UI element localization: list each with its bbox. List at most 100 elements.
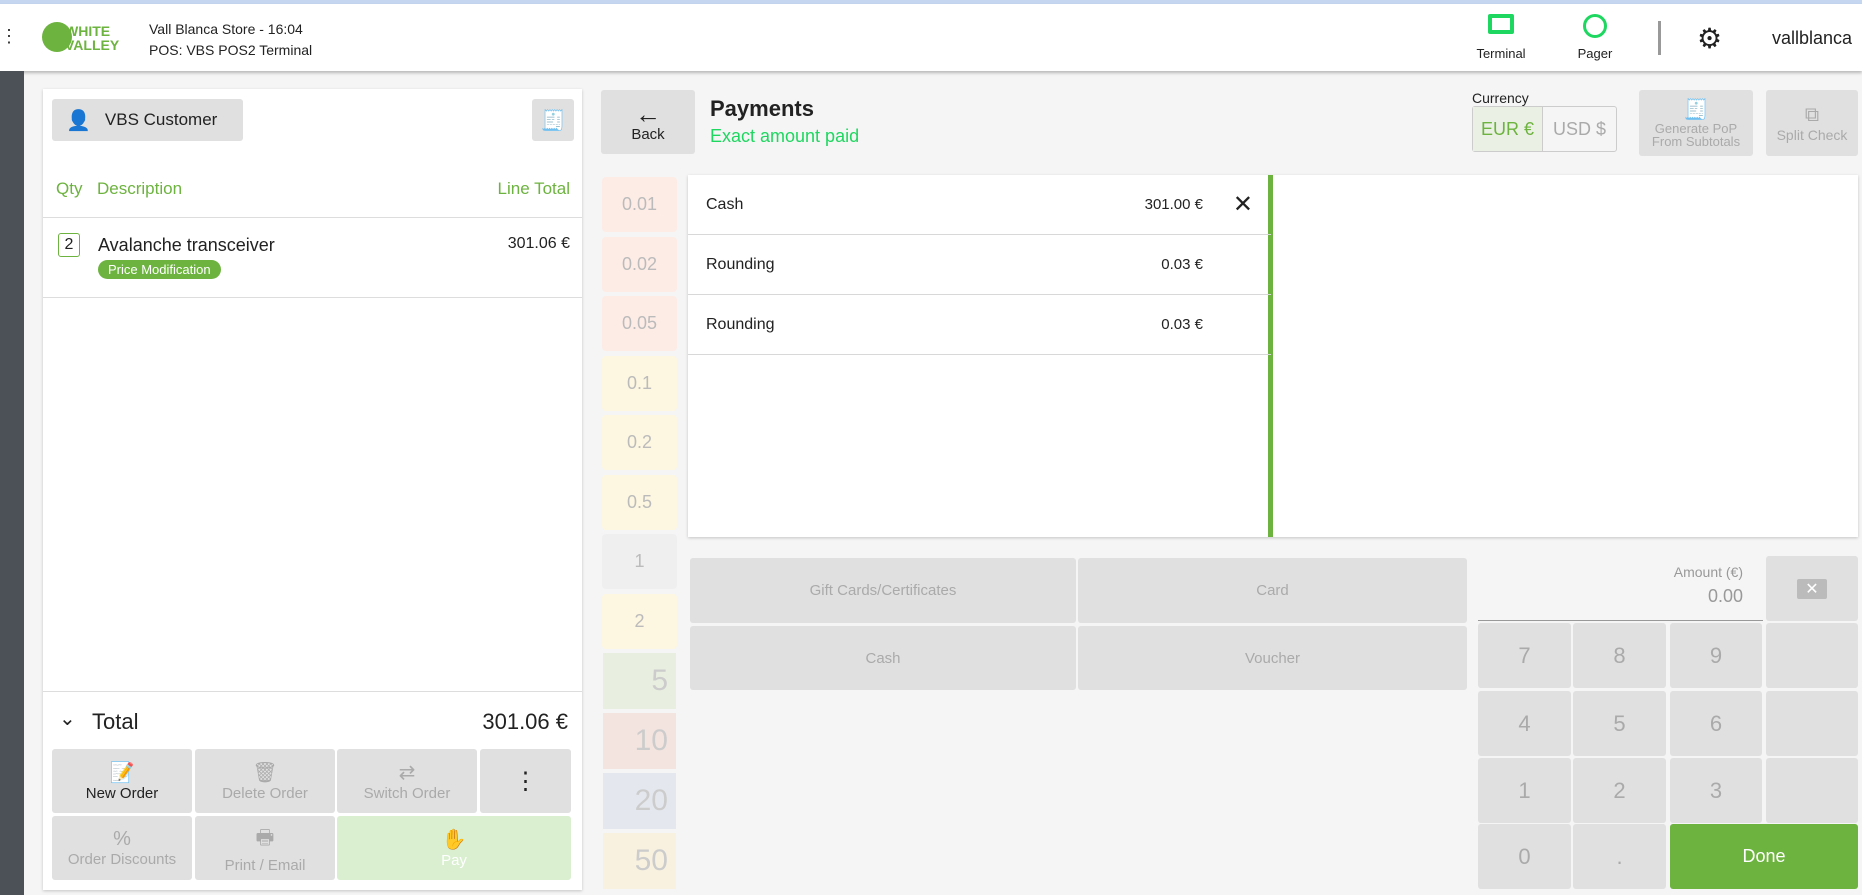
coin-0.5-button[interactable]: 0.5 — [602, 474, 677, 530]
pay-label: Pay — [441, 852, 467, 869]
payment-amount: 0.03 € — [1161, 256, 1203, 273]
done-button[interactable]: Done — [1670, 824, 1858, 889]
page-title: Payments — [710, 96, 814, 121]
amount-value: 0.00 — [1707, 586, 1743, 606]
order-panel: 👤 VBS Customer 🧾 Qty Description Line Tot… — [43, 89, 582, 890]
keypad-blank-key — [1766, 691, 1858, 756]
gift-cards-button[interactable]: Gift Cards/Certificates — [690, 558, 1076, 623]
coin-2-button[interactable]: 2 — [602, 593, 677, 649]
payment-method: Rounding — [706, 315, 775, 333]
payment-method: Cash — [706, 195, 744, 213]
keypad-blank-key — [1766, 758, 1858, 823]
receipt-settings-icon[interactable]: 🧾 — [532, 99, 574, 141]
banknote-20-button[interactable]: 20 — [602, 772, 677, 830]
pager-button[interactable]: Pager — [1560, 14, 1630, 61]
amount-label: Amount (€) — [1673, 564, 1743, 580]
coin-0.01-button[interactable]: 0.01 — [602, 177, 677, 232]
more-options-icon[interactable]: ⋮ — [480, 749, 571, 813]
menu-icon[interactable]: ⋮ — [0, 26, 18, 47]
key-7-button[interactable]: 7 — [1478, 623, 1571, 688]
line-total-header: Line Total — [497, 179, 570, 198]
chevron-down-icon[interactable]: ⌄ — [59, 706, 76, 731]
key-4-button[interactable]: 4 — [1478, 691, 1571, 756]
order-discounts-label: Order Discounts — [67, 851, 177, 868]
divider — [1658, 21, 1661, 55]
payment-line[interactable]: Cash 301.00 € ✕ — [688, 175, 1271, 235]
key-6-button[interactable]: 6 — [1670, 691, 1762, 756]
coin-1-button[interactable]: 1 — [602, 534, 677, 589]
arrow-left-icon: ← — [635, 98, 661, 129]
currency-eur[interactable]: EUR € — [1473, 107, 1543, 151]
qty-badge[interactable]: 2 — [58, 233, 80, 257]
total-label: Total — [92, 709, 139, 734]
backspace-icon: ✕ — [1797, 578, 1827, 599]
trash-icon: 🗑 — [252, 762, 278, 784]
payment-lines-panel: Cash 301.00 € ✕ Rounding 0.03 € Rounding 0.03 … — [688, 175, 1858, 537]
gear-icon[interactable]: ⚙ — [1697, 22, 1722, 55]
terminal-button[interactable]: Terminal — [1466, 14, 1536, 61]
coin-0.1-button[interactable]: 0.1 — [602, 355, 677, 411]
payment-status: Exact amount paid — [710, 126, 860, 146]
coin-0.02-button[interactable]: 0.02 — [602, 236, 677, 292]
print-email-button[interactable]: 🖶 Print / Email — [195, 816, 335, 880]
terminal-label: Terminal — [1476, 46, 1526, 61]
switch-order-button[interactable]: ⇄ Switch Order — [337, 749, 477, 813]
new-order-icon: 📝 — [109, 762, 135, 784]
banknote-5-button[interactable]: 5 — [602, 652, 677, 710]
pager-label: Pager — [1577, 46, 1613, 61]
key-2-button[interactable]: 2 — [1573, 758, 1666, 823]
description-header: Description — [97, 179, 183, 198]
key-9-button[interactable]: 9 — [1670, 623, 1762, 688]
key-5-button[interactable]: 5 — [1573, 691, 1666, 756]
delete-order-label: Delete Order — [222, 785, 308, 802]
pay-button[interactable]: ✋ Pay — [337, 816, 571, 880]
order-line[interactable]: 2 Avalanche transceiver Price Modificati… — [43, 218, 582, 298]
switch-icon: ⇄ — [398, 762, 416, 784]
key-0-button[interactable]: 0 — [1478, 824, 1571, 889]
coin-0.2-button[interactable]: 0.2 — [602, 415, 677, 470]
key-3-button[interactable]: 3 — [1670, 758, 1762, 823]
store-info: Vall Blanca Store - 16:04 POS: VBS POS2 T… — [149, 21, 313, 58]
person-icon: 👤 — [66, 109, 91, 132]
new-order-button[interactable]: 📝 New Order — [52, 749, 192, 813]
payment-line[interactable]: Rounding 0.03 € — [688, 235, 1271, 295]
banknote-50-button[interactable]: 50 — [602, 832, 677, 890]
new-order-label: New Order — [85, 785, 159, 802]
order-discounts-button[interactable]: % Order Discounts — [52, 816, 192, 880]
voucher-button[interactable]: Voucher — [1078, 626, 1467, 690]
close-icon[interactable]: ✕ — [1203, 190, 1253, 219]
split-check-button[interactable]: ⧉ Split Check — [1766, 90, 1858, 156]
backspace-button[interactable]: ✕ — [1766, 556, 1858, 621]
currency-usd[interactable]: USD $ — [1543, 107, 1616, 151]
printer-icon: 🖶 — [255, 826, 275, 849]
item-name: Avalanche transceiver — [98, 235, 275, 255]
total-value: 301.06 € — [482, 709, 568, 734]
payment-method: Rounding — [706, 255, 775, 273]
coin-0.05-button[interactable]: 0.05 — [602, 296, 677, 351]
delete-order-button[interactable]: 🗑 Delete Order — [195, 749, 335, 813]
back-button[interactable]: ← Back — [601, 90, 695, 154]
payment-line[interactable]: Rounding 0.03 € — [688, 295, 1271, 355]
key-1-button[interactable]: 1 — [1478, 758, 1571, 823]
customer-button[interactable]: 👤 VBS Customer — [52, 99, 243, 141]
pay-icon: ✋ — [441, 829, 467, 851]
key-8-button[interactable]: 8 — [1573, 623, 1666, 688]
banknote-10-button[interactable]: 10 — [602, 712, 677, 770]
amount-input[interactable]: Amount (€) 0.00 — [1478, 556, 1763, 621]
customer-name: VBS Customer — [104, 110, 218, 129]
card-button[interactable]: Card — [1078, 558, 1467, 623]
top-bar: ⋮ WHITE VALLEY Vall Blanca Store - 16:04 P… — [0, 4, 1862, 71]
print-email-label: Print / Email — [224, 856, 306, 874]
item-total: 301.06 € — [507, 235, 570, 252]
payment-amount: 301.00 € — [1144, 196, 1203, 213]
logo-text: WHITE VALLEY — [65, 23, 120, 53]
user-name[interactable]: vallblanca — [1772, 28, 1852, 49]
back-label: Back — [631, 125, 665, 143]
key-decimal-button[interactable]: . — [1573, 824, 1666, 889]
currency-label: Currency — [1472, 90, 1529, 106]
sidebar — [0, 71, 24, 895]
generate-pop-button[interactable]: 🧾 Generate PoP From Subtotals — [1639, 90, 1753, 156]
keypad-blank-key — [1766, 623, 1858, 688]
split-icon: ⧉ — [1804, 103, 1820, 126]
cash-button[interactable]: Cash — [690, 626, 1076, 690]
